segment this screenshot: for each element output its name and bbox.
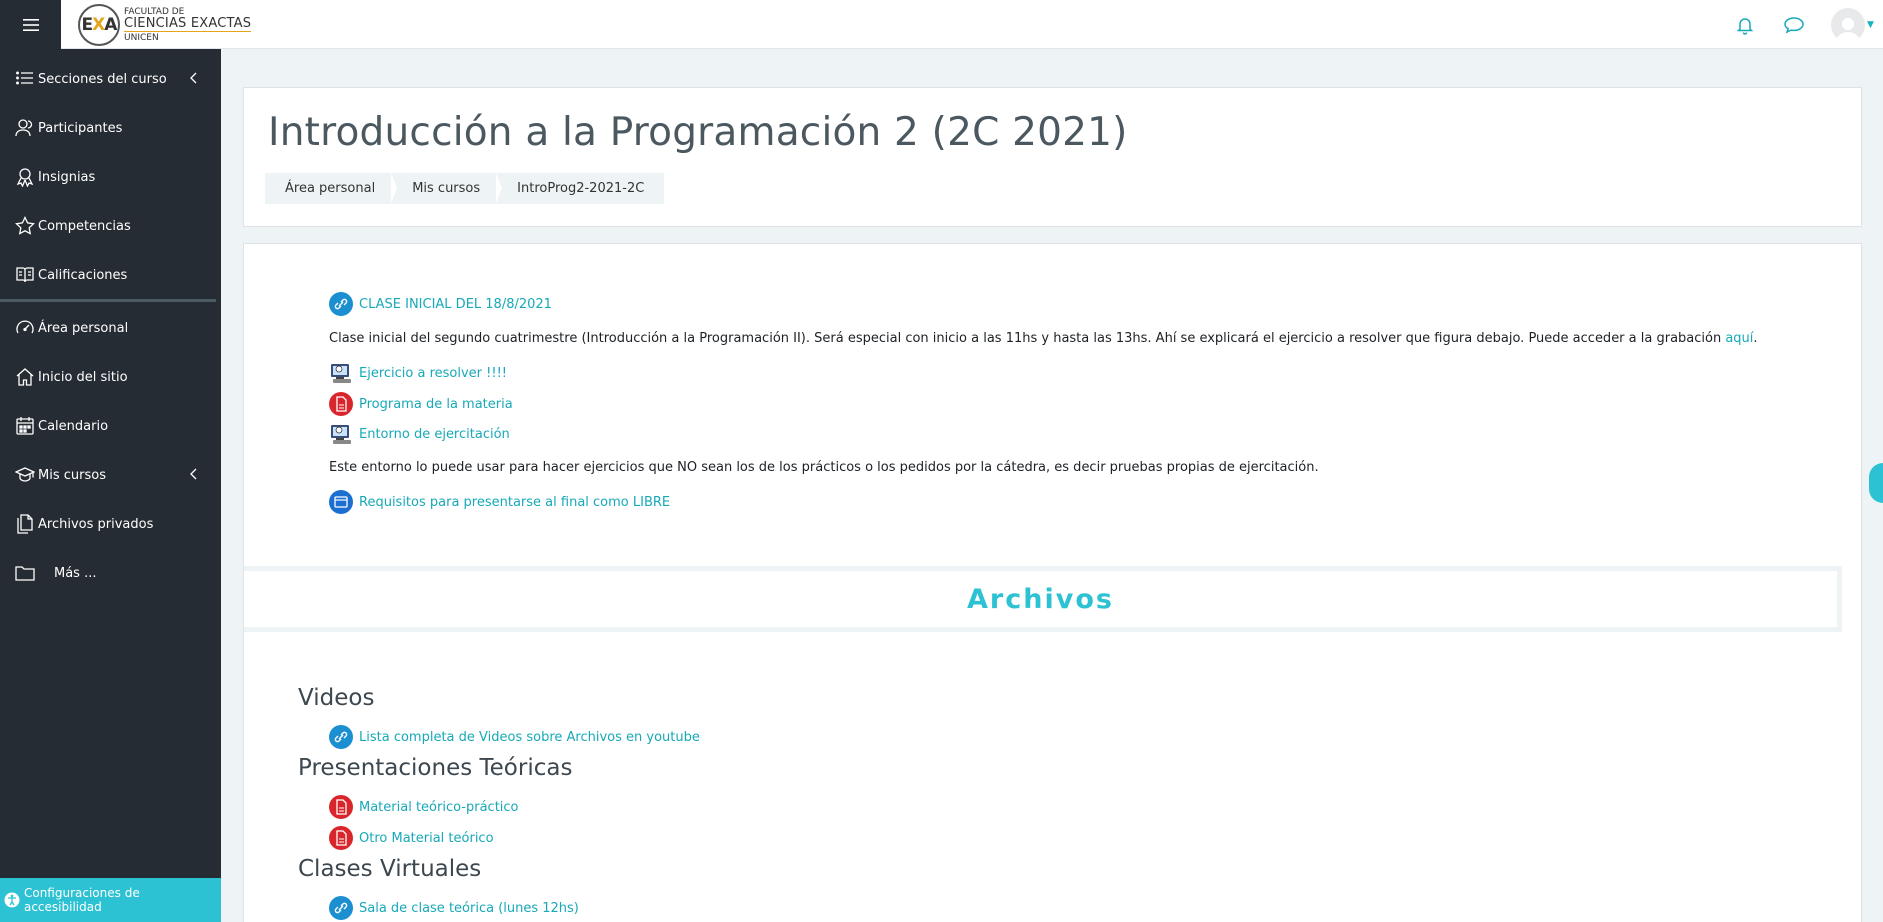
entorno-description: Este entorno lo puede usar para hacer ej… [329, 460, 1319, 475]
top-navbar: EXA FACULTAD DE CIENCIAS EXACTAS UNICEN … [0, 0, 1883, 49]
accessibility-icon [4, 892, 20, 908]
sidebar-item-label: Mis cursos [38, 467, 106, 483]
activity-link-text: Material teórico-práctico [359, 799, 519, 815]
user-avatar[interactable] [1831, 7, 1865, 42]
sidebar-item-label: Insignias [38, 169, 96, 185]
breadcrumb: Área personal Mis cursos IntroProg2-2021… [265, 173, 665, 204]
activity-link-text: Entorno de ejercitación [359, 426, 510, 442]
activity-link-text: Programa de la materia [359, 396, 513, 412]
users-icon [15, 119, 33, 137]
clase-inicial-description: Clase inicial del segundo cuatrimestre (… [329, 331, 1758, 346]
page-title: Introducción a la Programación 2 (2C 202… [268, 110, 1128, 155]
accessibility-label: Configuraciones de accesibilidad [23, 886, 140, 914]
chat-icon [1784, 16, 1804, 33]
url-link-icon [329, 292, 353, 316]
sidebar-item-area-personal[interactable]: Área personal [0, 308, 221, 348]
sidebar-item-competencias[interactable]: Competencias [0, 206, 221, 246]
breadcrumb-item-mis-cursos[interactable]: Mis cursos [391, 173, 503, 204]
activity-videos-youtube[interactable]: Lista completa de Videos sobre Archivos … [329, 725, 700, 749]
home-icon [16, 368, 34, 386]
sidebar-item-secciones[interactable]: Secciones del curso [0, 59, 221, 99]
pdf-file-icon [329, 826, 353, 850]
activity-clase-inicial[interactable]: CLASE INICIAL DEL 18/8/2021 [329, 292, 552, 316]
activity-sala-clase[interactable]: Sala de clase teórica (lunes 12hs) [329, 896, 579, 920]
sidebar-item-label: Competencias [38, 218, 131, 234]
sidebar-item-mis-cursos[interactable]: Mis cursos [0, 455, 221, 495]
section-title[interactable]: Archivos [967, 584, 1114, 615]
activity-link-text: Otro Material teórico [359, 830, 494, 846]
chevron-left-icon [190, 468, 197, 480]
calendar-icon [16, 417, 34, 435]
logo-line3: UNICEN [124, 32, 159, 43]
user-silhouette-icon [1836, 17, 1860, 42]
activity-entorno[interactable]: Entorno de ejercitación [329, 422, 510, 446]
vpl-computer-icon [331, 364, 351, 383]
sidebar-nav: Secciones del curso Participantes Insign… [0, 49, 221, 922]
messages-button[interactable] [1782, 13, 1806, 37]
menu-toggle-button[interactable] [0, 0, 61, 49]
page-resource-icon [329, 490, 353, 514]
sidebar-item-participantes[interactable]: Participantes [0, 108, 221, 148]
activity-ejercicio[interactable]: Ejercicio a resolver !!!! [329, 361, 507, 385]
list-icon [16, 71, 33, 85]
notifications-button[interactable] [1733, 13, 1757, 37]
activity-otro-material[interactable]: Otro Material teórico [329, 826, 494, 850]
star-icon [15, 216, 35, 235]
chevron-left-icon [190, 72, 197, 84]
sidebar-item-calificaciones[interactable]: Calificaciones [0, 255, 221, 295]
hamburger-icon [22, 18, 39, 31]
pdf-file-icon [329, 795, 353, 819]
url-link-icon [329, 896, 353, 920]
site-logo[interactable]: EXA FACULTAD DE CIENCIAS EXACTAS UNICEN [78, 4, 252, 46]
pdf-file-icon [329, 392, 353, 416]
sidebar-divider [0, 299, 216, 302]
sidebar-item-mas[interactable]: Más ... [0, 553, 221, 593]
drawer-toggle-tab[interactable] [1869, 463, 1883, 503]
badge-icon [16, 168, 34, 187]
recording-link[interactable]: aquí [1725, 331, 1753, 346]
section-archivos-header: Archivos [244, 566, 1842, 632]
files-icon [17, 514, 33, 534]
sidebar-item-inicio[interactable]: Inicio del sitio [0, 357, 221, 397]
breadcrumb-item-area-personal[interactable]: Área personal [265, 173, 398, 204]
activity-link-text: Lista completa de Videos sobre Archivos … [359, 729, 700, 745]
bell-icon [1736, 17, 1754, 35]
sidebar-item-label: Participantes [38, 120, 123, 136]
activity-link-text: CLASE INICIAL DEL 18/8/2021 [359, 296, 552, 312]
activity-material-teorico-practico[interactable]: Material teórico-práctico [329, 795, 519, 819]
book-icon [16, 267, 34, 283]
activity-link-text: Sala de clase teórica (lunes 12hs) [359, 900, 579, 916]
sidebar-item-label: Calendario [38, 418, 109, 434]
sidebar-item-insignias[interactable]: Insignias [0, 157, 221, 197]
logo-line2: CIENCIAS EXACTAS [124, 15, 252, 32]
page-header: Introducción a la Programación 2 (2C 202… [243, 87, 1862, 227]
subheading-presentaciones: Presentaciones Teóricas [298, 755, 573, 781]
activity-programa[interactable]: Programa de la materia [329, 392, 513, 416]
activity-link-text: Ejercicio a resolver !!!! [359, 365, 507, 381]
user-actions: ▼ [1708, 0, 1883, 49]
subheading-videos: Videos [298, 685, 375, 711]
graduation-cap-icon [15, 467, 35, 482]
breadcrumb-item-course[interactable]: IntroProg2-2021-2C [496, 173, 664, 204]
subheading-clases-virtuales: Clases Virtuales [298, 856, 482, 882]
sidebar-item-label: Más ... [54, 565, 97, 581]
activity-requisitos[interactable]: Requisitos para presentarse al final com… [329, 490, 670, 514]
vpl-computer-icon [331, 425, 351, 444]
dashboard-icon [16, 320, 34, 334]
url-link-icon [329, 725, 353, 749]
activity-link-text: Requisitos para presentarse al final com… [359, 494, 671, 510]
sidebar-item-label: Inicio del sitio [38, 369, 128, 385]
user-menu-caret-icon[interactable]: ▼ [1867, 20, 1881, 30]
sidebar-item-archivos-privados[interactable]: Archivos privados [0, 504, 221, 544]
sidebar-item-calendario[interactable]: Calendario [0, 406, 221, 446]
folder-icon [15, 566, 35, 581]
sidebar-item-label: Área personal [38, 320, 129, 336]
sidebar-item-label: Archivos privados [38, 516, 154, 532]
accessibility-settings-button[interactable]: Configuraciones de accesibilidad [0, 878, 221, 922]
sidebar-item-label: Secciones del curso [38, 71, 167, 87]
logo-emblem: EXA [78, 4, 120, 46]
sidebar-item-label: Calificaciones [38, 267, 128, 283]
course-content: CLASE INICIAL DEL 18/8/2021 Clase inicia… [243, 243, 1862, 922]
